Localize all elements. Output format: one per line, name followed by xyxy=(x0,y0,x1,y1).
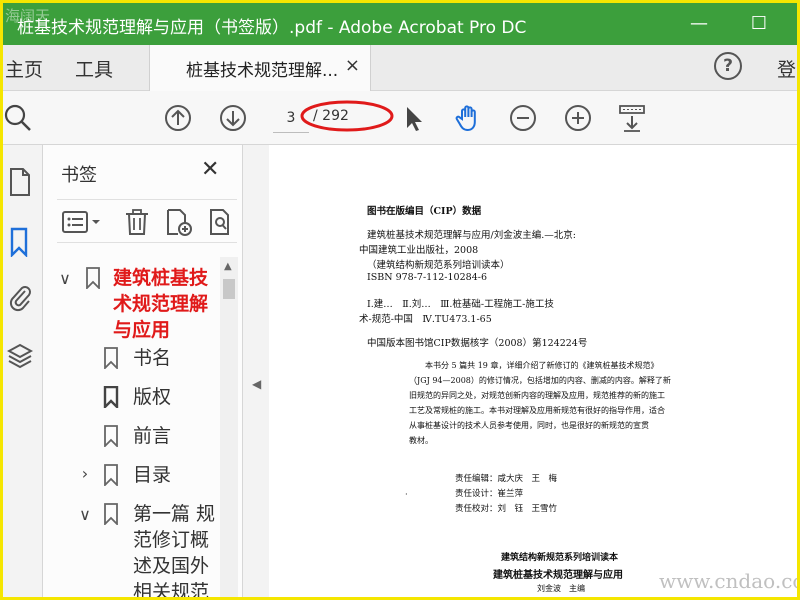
class-line: 术-规范-中国 Ⅳ.TU473.1-65 xyxy=(359,314,492,325)
bookmarks-panel: 书签 ✕ ∨ 建筑桩基技 术规范理解 与应用 书名 版权 前言 › 目录 ∨ 第… xyxy=(43,145,243,600)
page-mark: · xyxy=(405,490,408,500)
bookmarks-title: 书签 xyxy=(61,165,97,186)
previous-page-icon[interactable] xyxy=(163,103,193,133)
pdf-page: 图书在版编目（CIP）数据 建筑桩基技术规范理解与应用/刘金波主编.—北京: 中… xyxy=(269,145,797,597)
bookmark-label: 书名 xyxy=(133,347,172,369)
bookmarks-toolbar xyxy=(57,199,237,243)
tab-document-label: 桩基技术规范理解... xyxy=(186,61,339,81)
close-tab-icon[interactable]: × xyxy=(345,55,360,76)
new-bookmark-icon[interactable] xyxy=(165,208,193,236)
panel-collapse-strip[interactable]: ◀ xyxy=(243,145,269,597)
next-page-icon[interactable] xyxy=(218,103,248,133)
delete-icon[interactable] xyxy=(123,208,151,236)
bookmark-label-line: 与应用 xyxy=(113,319,171,341)
abstract-line: 从事桩基设计的技术人员参考使用，同时，也是很好的新规范的宣贯 xyxy=(409,421,649,430)
bookmark-label: 前言 xyxy=(133,425,172,447)
bookmark-flag-icon xyxy=(86,267,100,289)
abstract-line: 工艺及常规桩的施工。本书对理解及应用新规范有很好的指导作用，适合 xyxy=(409,406,665,415)
toolbar: / 292 xyxy=(3,91,797,145)
close-panel-icon[interactable]: ✕ xyxy=(201,157,219,182)
collapse-chevron-icon[interactable]: ∨ xyxy=(57,269,73,288)
collapse-panel-icon[interactable]: ◀ xyxy=(252,377,261,391)
find-bookmark-icon[interactable] xyxy=(207,208,235,236)
page-thumbnails-icon[interactable] xyxy=(7,167,33,197)
tab-bar: 主页 工具 桩基技术规范理解... × ? 登 xyxy=(3,45,797,91)
cip-heading: 图书在版编目（CIP）数据 xyxy=(367,206,482,217)
document-viewport[interactable]: 图书在版编目（CIP）数据 建筑桩基技术规范理解与应用/刘金波主编.—北京: 中… xyxy=(269,145,797,597)
abstract-line: 旧规范的异同之处，对规范创新内容的理解及应用，规范推荐的新的施工 xyxy=(409,391,665,400)
bookmark-item-title-page[interactable]: 书名 xyxy=(43,345,219,375)
cip-line: 建筑桩基技术规范理解与应用/刘金波主编.—北京: xyxy=(367,230,576,241)
cip-number: 中国版本图书馆CIP数据核字（2008）第124224号 xyxy=(367,338,588,349)
series-line: 建筑结构新规范系列培训读本 xyxy=(501,553,619,563)
bookmark-item-copyright[interactable]: 版权 xyxy=(43,384,219,414)
credit-line: 责任设计：崔兰萍 xyxy=(455,489,524,499)
help-icon[interactable]: ? xyxy=(714,52,742,80)
class-line: Ⅰ.建… Ⅱ.刘… Ⅲ.桩基础-工程施工-施工技 xyxy=(367,299,554,310)
bookmark-item-preface[interactable]: 前言 xyxy=(43,423,219,453)
site-watermark: www.cndao.com xyxy=(659,569,797,593)
zoom-in-icon[interactable] xyxy=(563,103,593,133)
abstract-line: 本书分 5 篇共 19 章，详细介绍了新修订的《建筑桩基技术规范》 xyxy=(425,361,659,370)
sign-in-link[interactable]: 登 xyxy=(777,55,796,82)
cip-line: ISBN 978-7-112-10284-6 xyxy=(367,272,487,283)
zoom-out-icon[interactable] xyxy=(508,103,538,133)
scrollbar-thumb[interactable] xyxy=(223,279,235,299)
navigation-rail xyxy=(3,145,43,597)
bookmark-flag-icon xyxy=(104,464,118,486)
tab-document[interactable]: 桩基技术规范理解... × xyxy=(149,45,371,91)
bookmark-label-line: 术规范理解 xyxy=(113,293,209,315)
credit-line: 责任校对：刘 钰 王雪竹 xyxy=(455,504,558,514)
window-title: 桩基技术规范理解与应用（书签版）.pdf - Adobe Acrobat Pro… xyxy=(17,18,527,38)
bookmarks-icon[interactable] xyxy=(7,227,33,258)
bookmark-item-part-one[interactable]: ∨ 第一篇 规 范修订概 述及国外 相关规范 xyxy=(43,501,219,600)
attachments-icon[interactable] xyxy=(7,283,33,313)
tab-tools[interactable]: 工具 xyxy=(75,55,113,82)
credit-line: 责任编辑：咸大庆 王 梅 xyxy=(455,474,558,484)
bookmark-label-line: 相关规范 xyxy=(133,581,210,600)
title-bar: 海阔天 桩基技术规范理解与应用（书签版）.pdf - Adobe Acrobat… xyxy=(3,3,797,45)
bookmark-flag-icon xyxy=(103,386,119,408)
bookmark-item-root[interactable]: ∨ 建筑桩基技 术规范理解 与应用 xyxy=(43,265,219,349)
maximize-button[interactable]: ☐ xyxy=(739,9,779,39)
book-title: 建筑桩基技术规范理解与应用 xyxy=(493,570,623,581)
abstract-line: （JGJ 94—2008）的修订情况，包括增加的内容、删减的内容。解释了新 xyxy=(409,376,671,385)
annotation-ellipse xyxy=(300,100,394,132)
expand-chevron-icon[interactable]: › xyxy=(77,464,93,483)
cip-line: 中国建筑工业出版社，2008 xyxy=(359,245,479,256)
bookmark-label: 目录 xyxy=(133,464,172,486)
scroll-up-icon[interactable]: ▲ xyxy=(224,261,232,272)
bookmark-label-line: 建筑桩基技 xyxy=(113,267,209,289)
collapse-chevron-icon[interactable]: ∨ xyxy=(77,505,93,524)
editor-line: 刘金波 主编 xyxy=(537,584,585,593)
bookmark-label-line: 第一篇 规 xyxy=(133,503,216,525)
bookmark-label: 版权 xyxy=(133,386,172,408)
bookmark-flag-icon xyxy=(104,425,118,447)
cip-line: （建筑结构新规范系列培训读本） xyxy=(367,260,510,271)
bookmarks-tree: ∨ 建筑桩基技 术规范理解 与应用 书名 版权 前言 › 目录 ∨ 第一篇 规 … xyxy=(43,257,219,600)
scroll-mode-icon[interactable] xyxy=(617,103,647,133)
bookmark-flag-icon xyxy=(104,347,118,369)
bookmark-label-line: 述及国外 xyxy=(133,555,210,577)
abstract-line: 教材。 xyxy=(409,436,433,445)
layers-icon[interactable] xyxy=(6,341,34,371)
options-menu-icon[interactable] xyxy=(61,208,105,236)
bookmark-label-line: 范修订概 xyxy=(133,529,210,551)
bookmark-flag-icon xyxy=(104,503,118,525)
hand-tool-icon[interactable] xyxy=(453,103,483,133)
bookmarks-scrollbar[interactable]: ▲ xyxy=(220,257,238,597)
app-window: 海阔天 桩基技术规范理解与应用（书签版）.pdf - Adobe Acrobat… xyxy=(0,0,800,600)
bookmark-item-contents[interactable]: › 目录 xyxy=(43,462,219,492)
select-pointer-icon[interactable] xyxy=(399,103,429,133)
search-icon[interactable] xyxy=(3,103,33,133)
minimize-button[interactable]: — xyxy=(679,9,719,39)
tab-home[interactable]: 主页 xyxy=(5,55,43,82)
